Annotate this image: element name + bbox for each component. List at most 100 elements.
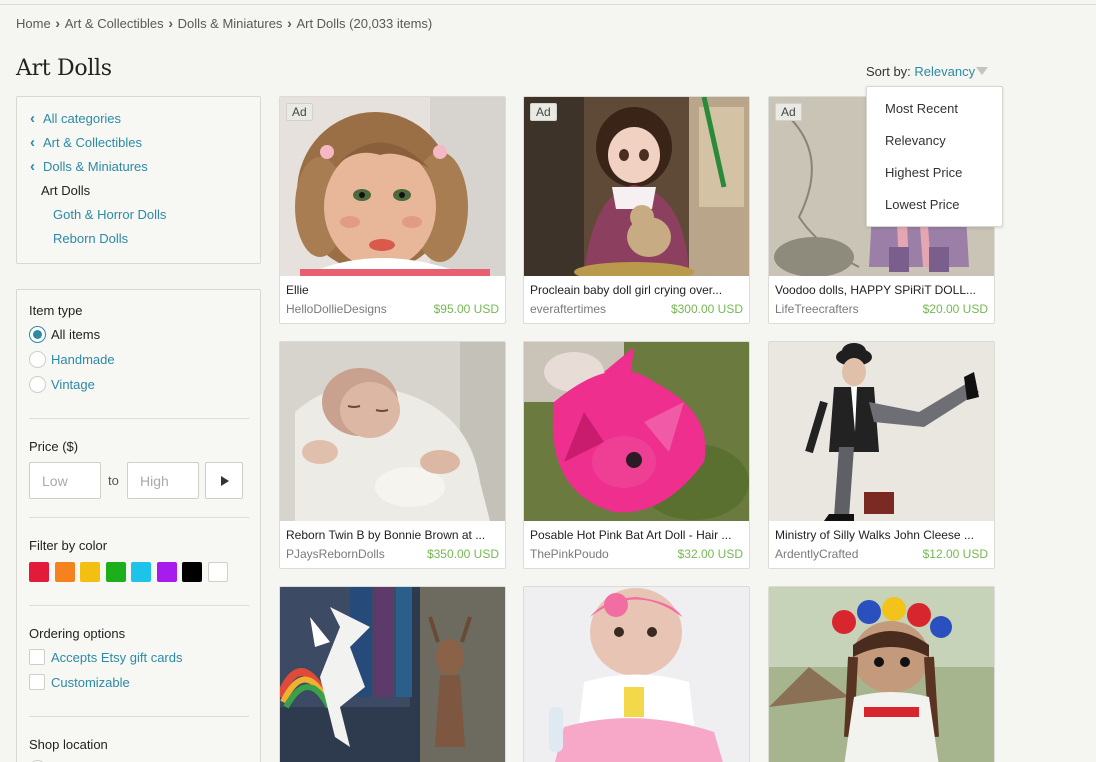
price-to-label: to <box>108 473 119 488</box>
radio-label: Handmade <box>51 352 115 367</box>
chevron-left-icon: ‹ <box>30 134 35 151</box>
ad-badge: Ad <box>286 103 313 121</box>
listing-shop[interactable]: everaftertimes <box>530 302 606 316</box>
listing-image-crochet-doll[interactable] <box>769 587 994 762</box>
price-high-input[interactable] <box>127 462 199 499</box>
checkbox-label: Accepts Etsy gift cards <box>51 649 183 665</box>
checkbox-icon[interactable] <box>29 649 45 665</box>
listing-title[interactable]: Reborn Twin B by Bonnie Brown at ... <box>286 528 499 542</box>
listing-card[interactable] <box>768 586 995 762</box>
page-title: Art Dolls <box>16 56 112 81</box>
ordering-heading: Ordering options <box>29 626 126 641</box>
listing-card[interactable] <box>279 586 506 762</box>
listing-title[interactable]: Procleain baby doll girl crying over... <box>530 283 743 297</box>
listing-image-reborn-pink-dress[interactable] <box>524 587 749 762</box>
listing-image-silly-walks[interactable] <box>769 342 994 521</box>
price-low-input[interactable] <box>29 462 101 499</box>
breadcrumb-current: Art Dolls (20,033 items) <box>296 16 433 31</box>
color-swatch[interactable] <box>182 562 202 582</box>
listing-image-porcelain-doll[interactable] <box>280 97 505 276</box>
breadcrumb-home[interactable]: Home <box>16 16 51 31</box>
category-back-dolls-miniatures[interactable]: ‹ Dolls & Miniatures <box>30 158 148 175</box>
item-type-vintage[interactable]: Vintage <box>29 376 95 393</box>
listing-card[interactable]: Posable Hot Pink Bat Art Doll - Hair ...… <box>523 341 750 569</box>
listing-title[interactable]: Voodoo dolls, HAPPY SPiRiT DOLL... <box>775 283 988 297</box>
listing-title[interactable]: Posable Hot Pink Bat Art Doll - Hair ... <box>530 528 743 542</box>
listing-image-reborn-baby[interactable] <box>280 342 505 521</box>
divider <box>29 517 249 518</box>
checkbox-label: Customizable <box>51 674 130 690</box>
radio-icon[interactable] <box>29 376 46 393</box>
listing-card[interactable]: Ad Procleain baby doll girl crying over.… <box>523 96 750 324</box>
category-current: Art Dolls <box>41 183 91 198</box>
divider <box>29 605 249 606</box>
listing-card[interactable]: Ad Ellie HelloDollieDesigns $95.00 USD <box>279 96 506 324</box>
color-swatch[interactable] <box>156 562 177 582</box>
listing-shop[interactable]: PJaysRebornDolls <box>286 547 385 561</box>
breadcrumb-dolls-miniatures[interactable]: Dolls & Miniatures <box>178 16 283 31</box>
radio-label: All items <box>51 327 101 342</box>
color-swatch[interactable] <box>80 562 100 582</box>
listing-image-pink-bat-doll[interactable] <box>524 342 749 521</box>
category-panel: ‹ All categories ‹ Art & Collectibles ‹ Dol… <box>16 96 261 264</box>
listing-price: $12.00 USD <box>922 547 988 561</box>
item-type-heading: Item type <box>29 303 83 318</box>
sort-menu: Most Recent Relevancy Highest Price Lowe… <box>866 86 1003 227</box>
option-customizable[interactable]: Customizable <box>29 674 130 690</box>
listing-shop[interactable]: HelloDollieDesigns <box>286 302 387 316</box>
option-accepts-gift-cards[interactable]: Accepts Etsy gift cards <box>29 649 183 665</box>
color-swatch[interactable] <box>207 562 228 582</box>
color-swatch[interactable] <box>105 562 126 582</box>
price-submit-button[interactable] <box>205 462 243 499</box>
listing-shop[interactable]: ThePinkPoudo <box>530 547 609 561</box>
listing-shop[interactable]: ArdentlyCrafted <box>775 547 858 561</box>
category-goth-horror-dolls[interactable]: Goth & Horror Dolls <box>53 207 166 222</box>
sort-control: Sort by: Relevancy <box>866 64 989 79</box>
breadcrumb-art-collectibles[interactable]: Art & Collectibles <box>65 16 164 31</box>
breadcrumb: Home › Art & Collectibles › Dolls & Mini… <box>16 16 432 31</box>
color-heading: Filter by color <box>29 538 108 553</box>
chevron-right-icon: › <box>55 15 61 31</box>
shop-location-heading: Shop location <box>29 737 108 752</box>
sort-option-highest-price[interactable]: Highest Price <box>885 165 962 180</box>
color-swatch[interactable] <box>131 562 151 582</box>
listing-shop[interactable]: LifeTreecrafters <box>775 302 859 316</box>
item-type-all[interactable]: All items <box>29 326 100 343</box>
listing-image-white-dragon[interactable] <box>280 587 505 762</box>
listing-card[interactable] <box>523 586 750 762</box>
ad-badge: Ad <box>775 103 802 121</box>
price-heading: Price ($) <box>29 439 79 454</box>
chevron-left-icon: ‹ <box>30 110 35 127</box>
color-swatch[interactable] <box>54 562 75 582</box>
radio-checked-icon[interactable] <box>29 326 46 343</box>
category-back-art-collectibles[interactable]: ‹ Art & Collectibles <box>30 134 142 151</box>
listing-price: $95.00 USD <box>433 302 499 316</box>
listing-image-baby-doll[interactable] <box>524 97 749 276</box>
sort-option-most-recent[interactable]: Most Recent <box>885 101 958 116</box>
sort-option-relevancy[interactable]: Relevancy <box>885 133 946 148</box>
listing-price: $32.00 USD <box>677 547 743 561</box>
radio-icon[interactable] <box>29 351 46 368</box>
listing-card[interactable]: Ministry of Silly Walks John Cleese ... … <box>768 341 995 569</box>
chevron-right-icon: › <box>287 15 292 31</box>
listing-title[interactable]: Ellie <box>286 283 499 297</box>
listing-card[interactable]: Reborn Twin B by Bonnie Brown at ... PJa… <box>279 341 506 569</box>
caret-down-icon[interactable] <box>976 67 989 75</box>
listing-price: $350.00 USD <box>426 547 499 561</box>
sort-option-lowest-price[interactable]: Lowest Price <box>885 197 959 212</box>
chevron-left-icon: ‹ <box>30 158 35 175</box>
listing-price: $20.00 USD <box>922 302 988 316</box>
item-type-handmade[interactable]: Handmade <box>29 351 115 368</box>
sort-dropdown-toggle[interactable]: Relevancy <box>914 64 975 79</box>
divider <box>29 716 249 717</box>
category-label: Art & Collectibles <box>43 135 142 150</box>
checkbox-icon[interactable] <box>29 674 45 690</box>
divider <box>29 418 249 419</box>
listing-title[interactable]: Ministry of Silly Walks John Cleese ... <box>775 528 988 542</box>
play-icon <box>221 476 229 486</box>
category-reborn-dolls[interactable]: Reborn Dolls <box>53 231 128 246</box>
color-swatch[interactable] <box>29 562 49 582</box>
ad-badge: Ad <box>530 103 557 121</box>
category-back-all[interactable]: ‹ All categories <box>30 110 121 127</box>
category-label: All categories <box>43 111 122 126</box>
